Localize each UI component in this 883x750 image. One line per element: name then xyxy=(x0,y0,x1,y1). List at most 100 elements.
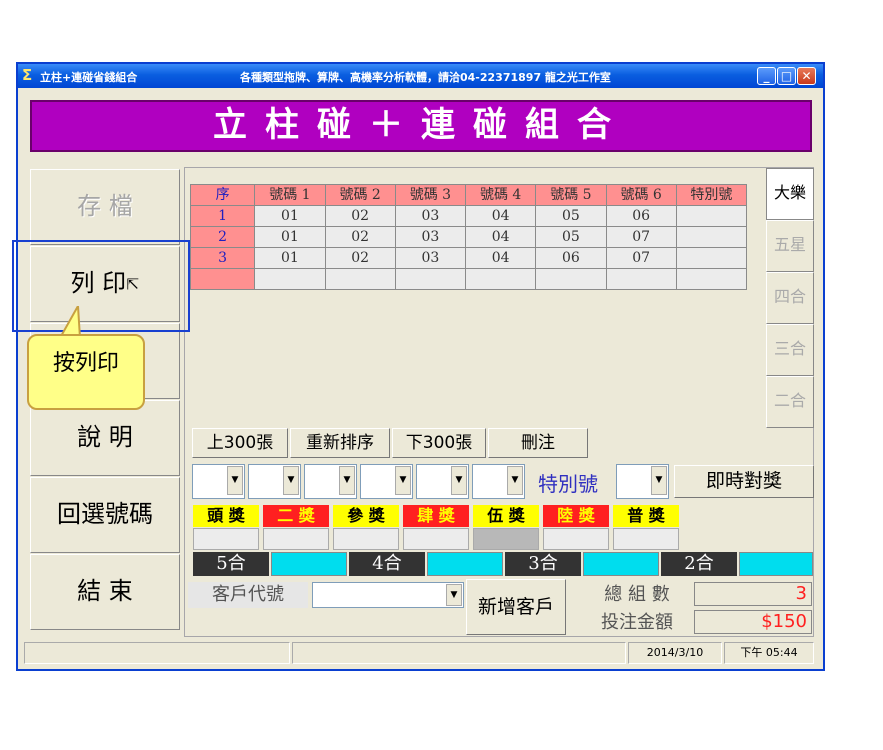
exit-button[interactable]: 結 束 xyxy=(30,554,180,630)
number-dropdown[interactable]: ▼ xyxy=(304,464,357,499)
grid-cell[interactable]: 05 xyxy=(535,205,607,227)
table-row[interactable] xyxy=(189,268,748,290)
grid-cell[interactable]: 01 xyxy=(254,205,326,227)
grid-cell[interactable]: 02 xyxy=(324,205,396,227)
grid-header: 序 xyxy=(189,184,256,206)
number-dropdown[interactable]: ▼ xyxy=(192,464,245,499)
prize-count-box xyxy=(473,528,539,550)
maximize-button[interactable]: □ xyxy=(777,67,796,85)
number-dropdown[interactable]: ▼ xyxy=(416,464,469,499)
chevron-down-icon: ▼ xyxy=(283,466,299,495)
row-index xyxy=(189,268,256,290)
grid-cell[interactable] xyxy=(535,268,607,290)
combo-grid[interactable]: 序 號碼 1 號碼 2 號碼 3 號碼 4 號碼 5 號碼 6 特別號 1 01… xyxy=(189,184,748,290)
grid-cell[interactable] xyxy=(675,205,748,227)
table-row[interactable]: 3 01 02 03 04 06 07 xyxy=(189,247,748,269)
grid-cell[interactable]: 06 xyxy=(535,247,607,269)
delete-button[interactable]: 刪注 xyxy=(488,428,588,458)
select-back-button[interactable]: 回選號碼 xyxy=(30,477,180,553)
banner-title: 立柱碰＋連碰組合 xyxy=(30,100,812,152)
new-customer-button[interactable]: 新增客戶 xyxy=(466,579,566,635)
special-number-dropdown[interactable]: ▼ xyxy=(616,464,669,499)
highlight-box xyxy=(12,240,190,332)
customer-code-select[interactable]: ▼ xyxy=(312,582,464,608)
grid-cell[interactable]: 03 xyxy=(394,226,467,248)
grid-cell[interactable] xyxy=(605,268,677,290)
status-date: 2014/3/10 xyxy=(628,642,722,664)
grid-cell[interactable]: 04 xyxy=(465,205,537,227)
prize-count-box xyxy=(333,528,399,550)
status-time: 下午 05:44 xyxy=(724,642,814,664)
chevron-down-icon: ▼ xyxy=(451,466,467,495)
instant-check-button[interactable]: 即時對獎 xyxy=(674,465,814,498)
grid-cell[interactable] xyxy=(465,268,537,290)
grid-cell[interactable]: 03 xyxy=(394,205,467,227)
window-title: 立柱+連碰省錢組合 xyxy=(40,71,138,84)
hit-two-label: 2合 xyxy=(661,552,737,576)
grid-cell[interactable]: 04 xyxy=(465,226,537,248)
title-bar[interactable]: Σ 立柱+連碰省錢組合 各種類型拖牌、算牌、高機率分析軟體，請洽04-22371… xyxy=(18,64,823,88)
hit-five-box xyxy=(271,552,347,576)
tab-three[interactable]: 三合 xyxy=(766,324,814,376)
grid-cell[interactable]: 06 xyxy=(605,205,677,227)
grid-cell[interactable] xyxy=(254,268,326,290)
grid-cell[interactable]: 01 xyxy=(254,247,326,269)
hit-four-box xyxy=(427,552,503,576)
number-dropdown[interactable]: ▼ xyxy=(248,464,301,499)
bet-amount-label: 投注金額 xyxy=(601,612,673,633)
grid-cell[interactable] xyxy=(675,226,748,248)
grid-cell[interactable] xyxy=(675,268,748,290)
tab-two[interactable]: 二合 xyxy=(766,376,814,428)
grid-cell[interactable] xyxy=(675,247,748,269)
grid-header: 號碼 5 xyxy=(535,184,607,206)
prize-count-box xyxy=(263,528,329,550)
tab-four[interactable]: 四合 xyxy=(766,272,814,324)
bet-amount-value: $150 xyxy=(694,610,812,634)
hit-four-label: 4合 xyxy=(349,552,425,576)
grid-header: 號碼 2 xyxy=(324,184,396,206)
hit-five-label: 5合 xyxy=(193,552,269,576)
chevron-down-icon: ▼ xyxy=(446,584,462,606)
grid-header: 號碼 1 xyxy=(254,184,326,206)
number-dropdown[interactable]: ▼ xyxy=(472,464,525,499)
prize-label: 頭 獎 xyxy=(193,505,259,527)
grid-cell[interactable]: 07 xyxy=(605,247,677,269)
next-300-button[interactable]: 下300張 xyxy=(392,428,486,458)
hit-two-box xyxy=(739,552,813,576)
grid-cell[interactable] xyxy=(394,268,467,290)
row-index: 2 xyxy=(189,226,256,248)
prize-label: 參 獎 xyxy=(333,505,399,527)
grid-cell[interactable] xyxy=(324,268,396,290)
table-row[interactable]: 2 01 02 03 04 05 07 xyxy=(189,226,748,248)
prize-label: 普 獎 xyxy=(613,505,679,527)
tab-lotto[interactable]: 大樂 xyxy=(766,168,814,220)
tooltip-callout: 按列印 xyxy=(27,334,145,410)
prize-label: 陸 獎 xyxy=(543,505,609,527)
close-button[interactable]: ✕ xyxy=(797,67,816,85)
grid-header-row: 序 號碼 1 號碼 2 號碼 3 號碼 4 號碼 5 號碼 6 特別號 xyxy=(189,184,748,206)
grid-cell[interactable]: 05 xyxy=(535,226,607,248)
table-row[interactable]: 1 01 02 03 04 05 06 xyxy=(189,205,748,227)
resort-button[interactable]: 重新排序 xyxy=(290,428,390,458)
grid-cell[interactable]: 02 xyxy=(324,226,396,248)
status-bar: 2014/3/10 下午 05:44 xyxy=(24,642,816,664)
status-pane xyxy=(292,642,626,664)
total-count-label: 總 組 數 xyxy=(604,584,670,605)
customer-code-label: 客戶代號 xyxy=(188,582,308,608)
grid-cell[interactable]: 03 xyxy=(394,247,467,269)
help-button[interactable]: 說 明 xyxy=(30,400,180,476)
grid-header: 號碼 3 xyxy=(394,184,467,206)
minimize-button[interactable]: _ xyxy=(757,67,776,85)
prize-label: 肆 獎 xyxy=(403,505,469,527)
save-button[interactable]: 存 檔 xyxy=(30,169,180,245)
grid-cell[interactable]: 02 xyxy=(324,247,396,269)
chevron-down-icon: ▼ xyxy=(395,466,411,495)
grid-cell[interactable]: 01 xyxy=(254,226,326,248)
number-dropdown[interactable]: ▼ xyxy=(360,464,413,499)
special-number-label: 特別號 xyxy=(538,472,598,496)
tab-five-star[interactable]: 五星 xyxy=(766,220,814,272)
grid-cell[interactable]: 04 xyxy=(465,247,537,269)
app-sigma-icon: Σ xyxy=(22,66,33,84)
prev-300-button[interactable]: 上300張 xyxy=(192,428,288,458)
grid-cell[interactable]: 07 xyxy=(605,226,677,248)
